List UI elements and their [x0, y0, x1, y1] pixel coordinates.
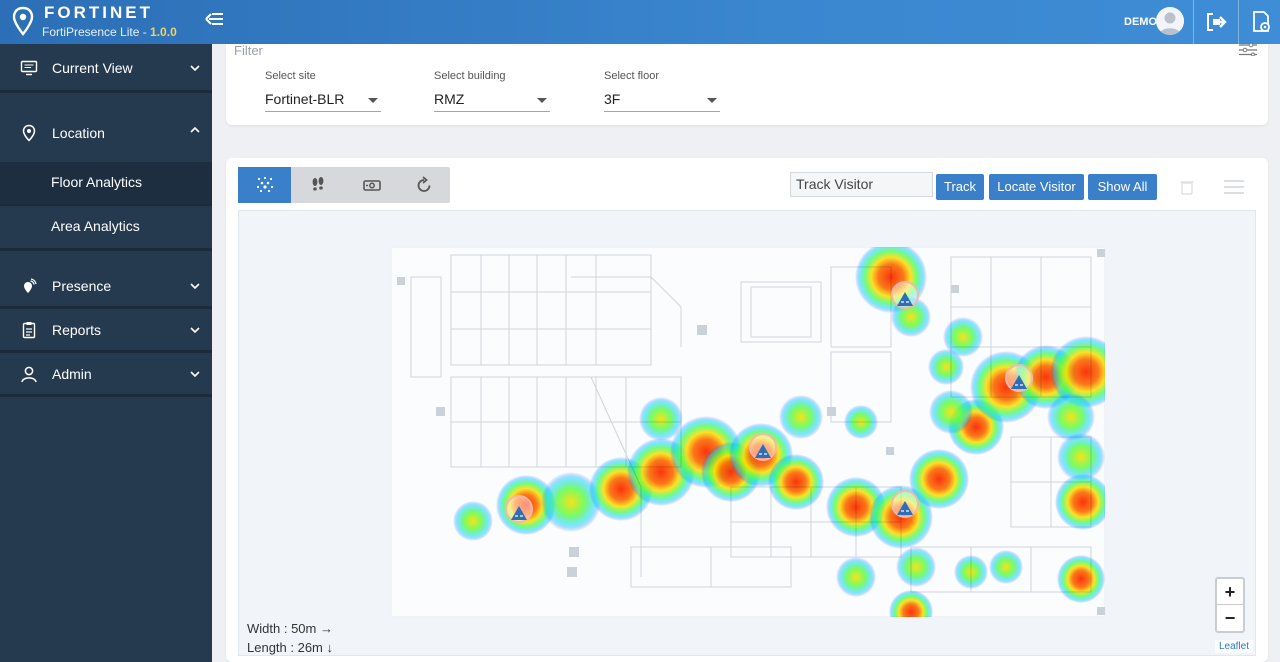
visitor-marker[interactable]	[891, 281, 919, 309]
heatmap-layer	[453, 247, 1105, 617]
sidebar-item-label: Current View	[52, 60, 133, 76]
visitor-marker[interactable]	[891, 490, 919, 518]
product-version: FortiPresence Lite - 1.0.0	[42, 25, 177, 39]
site-label: Select site	[265, 70, 316, 82]
track-button[interactable]: Track	[936, 174, 984, 200]
chevron-up-icon	[190, 126, 200, 133]
sidebar-item-label: Area Analytics	[51, 218, 140, 234]
top-bar: FORTINET FortiPresence Lite - 1.0.0 DEMO	[0, 0, 1280, 44]
chevron-down-icon	[190, 283, 200, 290]
sidebar-item-label: Reports	[52, 322, 102, 338]
sidebar-item-reports[interactable]: Reports	[0, 308, 212, 352]
collapse-sidebar-button[interactable]	[202, 10, 226, 32]
product-name: FortiPresence Lite -	[42, 25, 151, 39]
show-all-button[interactable]: Show All	[1088, 174, 1157, 200]
sidebar-item-admin[interactable]: Admin	[0, 352, 212, 396]
divider	[0, 248, 212, 251]
footsteps-mode-button[interactable]	[291, 167, 344, 203]
visitor-marker[interactable]	[1005, 364, 1033, 392]
sidebar-item-presence[interactable]: Presence	[0, 264, 212, 308]
zoom-out-button[interactable]: −	[1217, 605, 1243, 631]
sidebar-item-label: Location	[52, 125, 105, 141]
visitor-marker[interactable]	[505, 495, 533, 523]
brand-name: FORTINET	[44, 3, 153, 22]
floor-plan	[391, 247, 1105, 617]
building-label: Select building	[434, 70, 506, 82]
divider	[0, 90, 212, 93]
caret-down-icon	[707, 98, 717, 103]
map-panel: Track Visitor Track Locate Visitor Show …	[226, 158, 1268, 662]
sidebar-item-label: Presence	[52, 278, 112, 294]
footsteps-icon	[312, 177, 324, 191]
trash-icon[interactable]	[1178, 178, 1196, 196]
presence-pin-icon	[24, 278, 37, 293]
filter-panel: Filter Select site Fortinet-BLR Select b…	[226, 42, 1268, 125]
view-mode-toggle	[238, 167, 450, 203]
document-settings-icon[interactable]	[1248, 9, 1274, 35]
header-divider	[1193, 0, 1194, 44]
refresh-icon	[417, 176, 431, 192]
refresh-button[interactable]	[397, 167, 450, 203]
sidebar-item-current-view[interactable]: Current View	[0, 46, 212, 90]
user-name[interactable]: DEMO	[1124, 16, 1157, 28]
filter-title: Filter	[234, 43, 263, 58]
menu-collapse-icon	[205, 13, 223, 25]
floor-map[interactable]: Width : 50m → Length : 26m ↓ + − Leaflet	[238, 210, 1256, 656]
map-length-label: Length : 26m ↓	[247, 640, 333, 655]
site-select[interactable]: Fortinet-BLR	[265, 88, 381, 112]
chevron-down-icon	[190, 327, 200, 334]
camera-icon	[363, 180, 381, 191]
heatmap-mode-button[interactable]	[238, 167, 291, 203]
sidebar: Current View Location Floor Analytics Ar…	[0, 44, 212, 662]
chevron-down-icon	[190, 65, 200, 72]
brand-pin-icon	[12, 6, 34, 36]
chevron-down-icon	[190, 371, 200, 378]
sidebar-item-area-analytics[interactable]: Area Analytics	[0, 206, 212, 248]
divider	[0, 394, 212, 397]
floor-select[interactable]: 3F	[604, 88, 720, 112]
location-pin-icon	[22, 124, 36, 142]
sidebar-item-location[interactable]: Location	[0, 111, 212, 155]
zoom-in-button[interactable]: +	[1217, 579, 1243, 605]
monitor-icon	[20, 60, 38, 76]
site-value: Fortinet-BLR	[265, 91, 345, 107]
header-divider	[1238, 0, 1239, 44]
sidebar-item-label: Floor Analytics	[51, 174, 143, 190]
locate-visitor-button[interactable]: Locate Visitor	[989, 174, 1084, 200]
visitor-marker[interactable]	[749, 433, 777, 461]
sidebar-item-floor-analytics[interactable]: Floor Analytics	[0, 162, 212, 204]
version-number: 1.0.0	[150, 25, 177, 39]
logout-icon[interactable]	[1203, 9, 1229, 35]
floor-value: 3F	[604, 91, 621, 107]
hamburger-menu-icon[interactable]	[1223, 178, 1245, 196]
zoom-control: + −	[1215, 577, 1245, 633]
avatar[interactable]	[1156, 7, 1184, 35]
clipboard-icon	[22, 322, 36, 339]
user-avatar-icon	[1156, 7, 1184, 35]
leaflet-attribution-link[interactable]: Leaflet	[1214, 640, 1253, 653]
camera-mode-button[interactable]	[344, 167, 397, 203]
heatmap-icon	[256, 176, 274, 193]
filter-settings-icon[interactable]	[1238, 42, 1258, 56]
building-select[interactable]: RMZ	[434, 88, 550, 112]
caret-down-icon	[368, 98, 378, 103]
sidebar-item-label: Admin	[52, 366, 92, 382]
caret-down-icon	[537, 98, 547, 103]
building-value: RMZ	[434, 91, 465, 107]
map-width-label: Width : 50m →	[247, 621, 333, 636]
user-icon	[21, 366, 37, 383]
floor-label: Select floor	[604, 70, 660, 82]
track-visitor-input[interactable]: Track Visitor	[790, 172, 933, 197]
